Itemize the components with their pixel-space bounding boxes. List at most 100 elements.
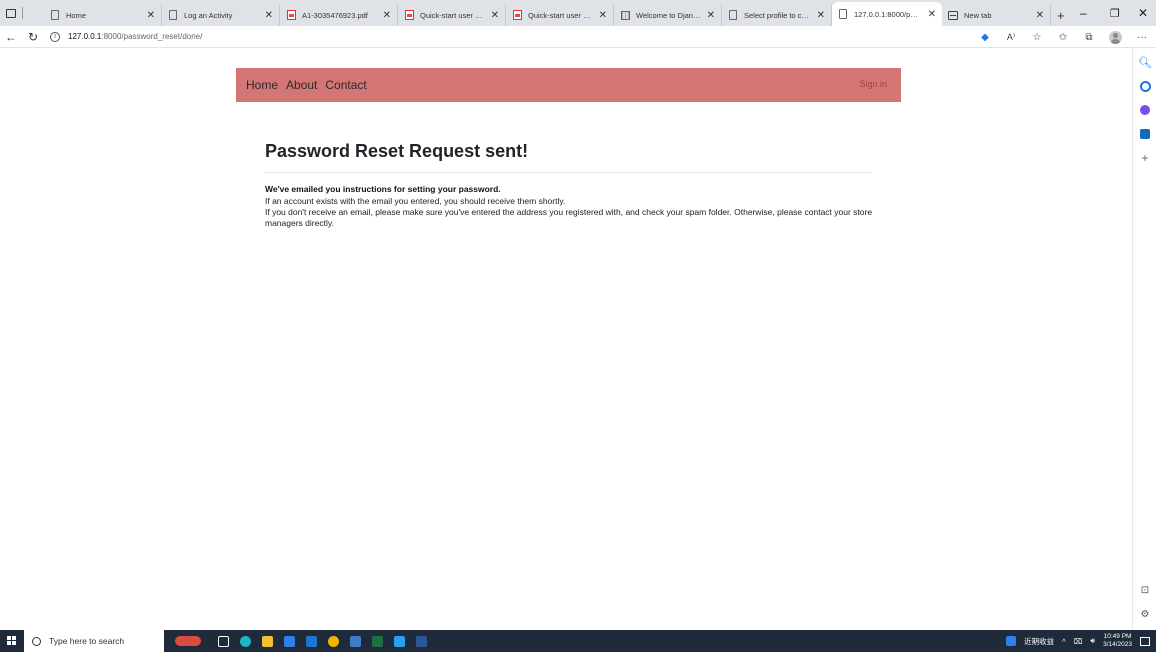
url-host: 127.0.0.1 — [68, 32, 102, 41]
tab-actions-icon[interactable] — [6, 8, 16, 18]
tab-pdf[interactable]: A1-3035476923.pdf ✕ — [280, 4, 398, 26]
close-icon[interactable]: ✕ — [265, 10, 273, 21]
clock-time: 10:49 PM — [1103, 633, 1132, 640]
pdf-icon — [404, 10, 414, 20]
document-icon — [838, 9, 848, 19]
site-navbar: Home About Contact Sign in — [236, 68, 901, 102]
address-bar: ← ↻ i 127.0.0.1:8000/password_reset/done… — [0, 26, 1156, 48]
avatar[interactable] — [1109, 30, 1122, 44]
gear-icon[interactable]: ⚙ — [1139, 608, 1151, 620]
document-icon — [50, 10, 60, 20]
chevron-up-icon[interactable]: ^ — [1062, 637, 1066, 646]
tab-title: Quick-start user guide — [528, 10, 593, 20]
taskbar-search[interactable]: Type here to search — [24, 630, 164, 652]
tag-icon[interactable]: ◆ — [979, 31, 991, 43]
account-exists-text: If an account exists with the email you … — [265, 196, 566, 206]
read-aloud-icon[interactable]: A⁾ — [1005, 31, 1017, 43]
browser-tab-strip: Home ✕ Log an Activity ✕ A1-3035476923.p… — [0, 0, 1156, 26]
url-field[interactable]: i 127.0.0.1:8000/password_reset/done/ — [50, 31, 203, 42]
mail-icon[interactable] — [300, 630, 322, 652]
close-icon[interactable]: ✕ — [491, 10, 499, 21]
bing-icon[interactable] — [1139, 80, 1151, 92]
grid-icon — [620, 10, 630, 20]
store-icon[interactable] — [278, 630, 300, 652]
add-icon[interactable]: + — [1139, 151, 1151, 165]
restore-icon[interactable]: ❐ — [1110, 0, 1120, 26]
system-tray: 近期收益 ^ ⌧ 🔊︎ 10:49 PM 3/14/2023 — [1006, 630, 1156, 652]
outlook-icon[interactable] — [1139, 128, 1151, 140]
windows-taskbar: Type here to search 近期收益 ^ ⌧ 🔊︎ 10:49 PM… — [0, 630, 1156, 652]
collections-icon[interactable]: ⧉ — [1083, 31, 1095, 43]
tab-log-activity[interactable]: Log an Activity ✕ — [162, 4, 280, 26]
back-icon[interactable]: ← — [0, 30, 22, 44]
nav-about[interactable]: About — [286, 78, 317, 92]
tab-title: Welcome to Django C — [636, 10, 701, 20]
tab-title: Quick-start user guide — [420, 10, 485, 20]
chrome-icon[interactable] — [322, 630, 344, 652]
tray-label[interactable]: 近期收益 — [1024, 636, 1054, 647]
tab-select-profile[interactable]: Select profile to chang ✕ — [722, 4, 832, 26]
tab-title: 127.0.0.1:8000/passwo — [854, 9, 922, 19]
shopping-icon[interactable] — [1139, 104, 1151, 116]
search-icon[interactable]: 🔍︎ — [1138, 56, 1152, 69]
close-window-icon[interactable]: ✕ — [1138, 0, 1148, 26]
tab-title: Log an Activity — [184, 10, 233, 20]
clock[interactable]: 10:49 PM 3/14/2023 — [1103, 633, 1132, 649]
word-icon[interactable] — [410, 630, 432, 652]
volume-icon[interactable]: 🔊︎ — [1090, 636, 1095, 646]
url-path: :8000/password_reset/done/ — [101, 32, 203, 41]
new-tab-button[interactable]: + — [1050, 4, 1071, 26]
divider — [265, 172, 872, 173]
document-icon — [728, 10, 738, 20]
minimize-icon[interactable]: – — [1080, 0, 1087, 26]
page-title: Password Reset Request sent! — [265, 141, 529, 161]
network-icon[interactable]: ⌧ — [1074, 637, 1083, 646]
tab-home[interactable]: Home ✕ — [44, 4, 162, 26]
tab-title: New tab — [964, 10, 992, 20]
tab-title: Select profile to chang — [744, 10, 811, 20]
tab-title: Home — [66, 10, 87, 20]
browser-toolbar: ◆ A⁾ ☆ ✩ ⧉ ··· — [979, 26, 1148, 48]
tab-quick-start-1[interactable]: Quick-start user guide ✕ — [398, 4, 506, 26]
favorites-icon[interactable]: ✩ — [1057, 31, 1069, 43]
info-icon[interactable]: i — [50, 31, 60, 42]
favorite-add-icon[interactable]: ☆ — [1031, 31, 1043, 43]
edge-icon[interactable] — [234, 630, 256, 652]
news-widget-icon[interactable] — [164, 630, 212, 652]
newtab-icon — [948, 10, 958, 20]
sidebar-toggle-icon[interactable]: ⊡ — [1139, 584, 1151, 596]
close-icon[interactable]: ✕ — [599, 10, 607, 21]
python-icon[interactable] — [344, 630, 366, 652]
document-icon — [168, 10, 178, 20]
tab-divider — [22, 7, 23, 19]
pdf-icon — [286, 10, 296, 20]
close-icon[interactable]: ✕ — [817, 10, 825, 21]
nav-contact[interactable]: Contact — [325, 78, 366, 92]
spam-folder-text: If you don't receive an email, please ma… — [265, 207, 873, 228]
stock-widget-icon[interactable] — [1006, 636, 1017, 646]
file-explorer-icon[interactable] — [256, 630, 278, 652]
close-icon[interactable]: ✕ — [928, 9, 936, 20]
page-content: Home About Contact Sign in Password Rese… — [0, 49, 1132, 630]
close-icon[interactable]: ✕ — [147, 10, 155, 21]
pdf-icon — [512, 10, 522, 20]
close-icon[interactable]: ✕ — [383, 10, 391, 21]
tab-new-tab[interactable]: New tab ✕ — [942, 4, 1050, 26]
tab-quick-start-2[interactable]: Quick-start user guide ✕ — [506, 4, 614, 26]
tab-active-password-reset[interactable]: 127.0.0.1:8000/passwo ✕ — [832, 2, 942, 26]
refresh-icon[interactable]: ↻ — [22, 30, 44, 44]
close-icon[interactable]: ✕ — [707, 10, 715, 21]
more-icon[interactable]: ··· — [1136, 31, 1148, 43]
close-icon[interactable]: ✕ — [1036, 10, 1044, 21]
windows-start-icon[interactable] — [0, 630, 24, 652]
excel-icon[interactable] — [366, 630, 388, 652]
nav-home[interactable]: Home — [246, 78, 278, 92]
tab-django[interactable]: Welcome to Django C ✕ — [614, 4, 722, 26]
taskbar-search-placeholder: Type here to search — [49, 636, 125, 646]
tab-title: A1-3035476923.pdf — [302, 10, 368, 20]
notification-icon[interactable] — [1140, 636, 1150, 646]
sign-in-link[interactable]: Sign in — [859, 79, 887, 89]
tab-actions — [0, 0, 44, 26]
vscode-icon[interactable] — [388, 630, 410, 652]
task-view-icon[interactable] — [212, 630, 234, 652]
